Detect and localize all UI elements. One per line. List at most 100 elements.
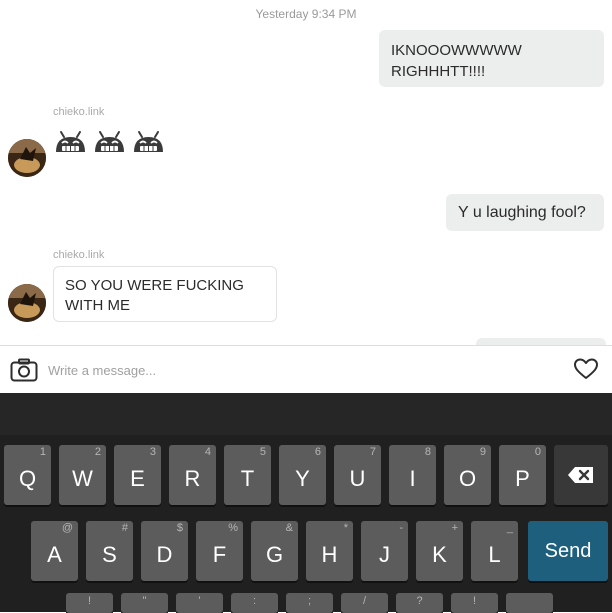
keyboard-key[interactable]: / <box>341 593 388 613</box>
key-h[interactable]: * H <box>306 521 353 581</box>
key-sub: ! <box>87 595 92 607</box>
key-u[interactable]: 7U <box>334 445 381 505</box>
key-label: L <box>488 542 501 567</box>
message-text: Y u laughing fool? <box>458 204 586 221</box>
avatar[interactable] <box>8 139 46 177</box>
message-line: SO YOU WERE FUCKING <box>65 277 244 294</box>
key-label: Q <box>18 466 37 491</box>
keyboard-key[interactable] <box>506 593 553 613</box>
key-sub: 0 <box>534 446 541 458</box>
grinning-robot-emoji <box>56 131 85 152</box>
key-label: S <box>102 542 117 567</box>
key-l[interactable]: _ L <box>471 521 518 581</box>
key-t[interactable]: 5T <box>224 445 271 505</box>
key-g[interactable]: & G <box>251 521 298 581</box>
key-label: K <box>432 542 447 567</box>
key-sub: @ <box>61 522 73 534</box>
key-sub: 5 <box>259 446 266 458</box>
message-composer <box>0 345 612 393</box>
key-sub: & <box>285 522 293 534</box>
grinning-robot-emoji <box>134 131 163 152</box>
keyboard-key[interactable]: " <box>121 593 168 613</box>
key-label: W <box>72 466 93 491</box>
emoji-message[interactable] <box>53 128 166 158</box>
key-j[interactable]: -J <box>361 521 408 581</box>
camera-icon[interactable] <box>10 358 38 382</box>
keyboard-top-strip <box>0 393 612 435</box>
keyboard-key[interactable]: ! <box>451 593 498 613</box>
key-p[interactable]: 0P <box>499 445 546 505</box>
key-label: T <box>240 466 255 491</box>
key-label: D <box>156 542 173 567</box>
key-label: O <box>458 466 477 491</box>
key-sub: : <box>252 595 257 607</box>
key-sub: 6 <box>314 446 321 458</box>
key-sub: 7 <box>369 446 376 458</box>
key-o[interactable]: 9O <box>444 445 491 505</box>
key-i[interactable]: 8I <box>389 445 436 505</box>
keyboard-key[interactable]: ! <box>66 593 113 613</box>
key-sub: " <box>142 595 147 607</box>
key-sub: 8 <box>424 446 431 458</box>
outgoing-message-bubble[interactable]: Y u laughing fool? <box>446 194 604 231</box>
keyboard-key[interactable]: ? <box>396 593 443 613</box>
delete-key[interactable] <box>554 445 608 505</box>
key-s[interactable]: # S <box>86 521 133 581</box>
key-r[interactable]: 4R <box>169 445 216 505</box>
backspace-icon <box>568 467 593 483</box>
key-sub: 9 <box>479 446 486 458</box>
key-y[interactable]: 6Y <box>279 445 326 505</box>
key-label: U <box>349 466 366 491</box>
key-sub: ; <box>307 595 312 607</box>
key-sub: - <box>399 522 403 534</box>
send-label: Send <box>544 539 592 562</box>
key-label: E <box>130 466 145 491</box>
key-d[interactable]: $ D <box>141 521 188 581</box>
key-a[interactable]: @ A <box>31 521 78 581</box>
key-label: G <box>265 542 284 567</box>
key-sub: 3 <box>149 446 156 458</box>
key-sub: ' <box>198 595 201 607</box>
key-w[interactable]: 2W <box>59 445 106 505</box>
on-screen-keyboard: 1Q 2W 3E 4R 5T 6Y 7U 8I 9O 0P @ A # S $ D %… <box>0 393 612 613</box>
keyboard-key[interactable]: ' <box>176 593 223 613</box>
key-sub: $ <box>176 522 183 534</box>
message-timestamp: Yesterday 9:34 PM <box>255 7 357 21</box>
key-sub: ! <box>472 595 477 607</box>
message-input[interactable] <box>48 358 528 382</box>
key-sub: * <box>343 522 348 534</box>
key-label: J <box>379 542 390 567</box>
outgoing-message-bubble[interactable]: IKNOOOWWWWW RIGHHHTT!!!! <box>379 30 604 87</box>
key-label: F <box>212 542 227 567</box>
key-k[interactable]: + K <box>416 521 463 581</box>
key-sub: # <box>121 522 128 534</box>
key-label: R <box>184 466 201 491</box>
incoming-message-bubble[interactable]: SO YOU WERE FUCKING WITH ME <box>53 266 277 322</box>
key-sub: 4 <box>204 446 211 458</box>
key-q[interactable]: 1Q <box>4 445 51 505</box>
key-sub: 1 <box>39 446 46 458</box>
keyboard-key[interactable]: ; <box>286 593 333 613</box>
key-e[interactable]: 3E <box>114 445 161 505</box>
key-sub: + <box>451 522 458 534</box>
key-sub: / <box>362 595 367 607</box>
key-sub: % <box>228 522 238 534</box>
partial-message-bubble <box>476 338 606 345</box>
message-line: WITH ME <box>65 297 130 314</box>
grinning-robot-emoji <box>95 131 124 152</box>
key-label: H <box>321 542 338 567</box>
key-sub: _ <box>506 522 513 534</box>
key-f[interactable]: % F <box>196 521 243 581</box>
keyboard-key[interactable]: : <box>231 593 278 613</box>
chat-area: Yesterday 9:34 PM IKNOOOWWWWW RIGHHHTT!!… <box>0 0 612 345</box>
key-sub: 2 <box>94 446 101 458</box>
message-line: IKNOOOWWWWW <box>391 42 522 59</box>
sender-name: chieko.link <box>53 249 105 261</box>
heart-icon[interactable] <box>573 357 599 381</box>
avatar[interactable] <box>8 284 46 322</box>
key-label: Y <box>295 466 310 491</box>
key-label: I <box>409 466 416 491</box>
message-line: RIGHHHTT!!!! <box>391 63 486 80</box>
send-button[interactable]: Send <box>528 521 608 581</box>
key-sub: ? <box>416 595 423 607</box>
